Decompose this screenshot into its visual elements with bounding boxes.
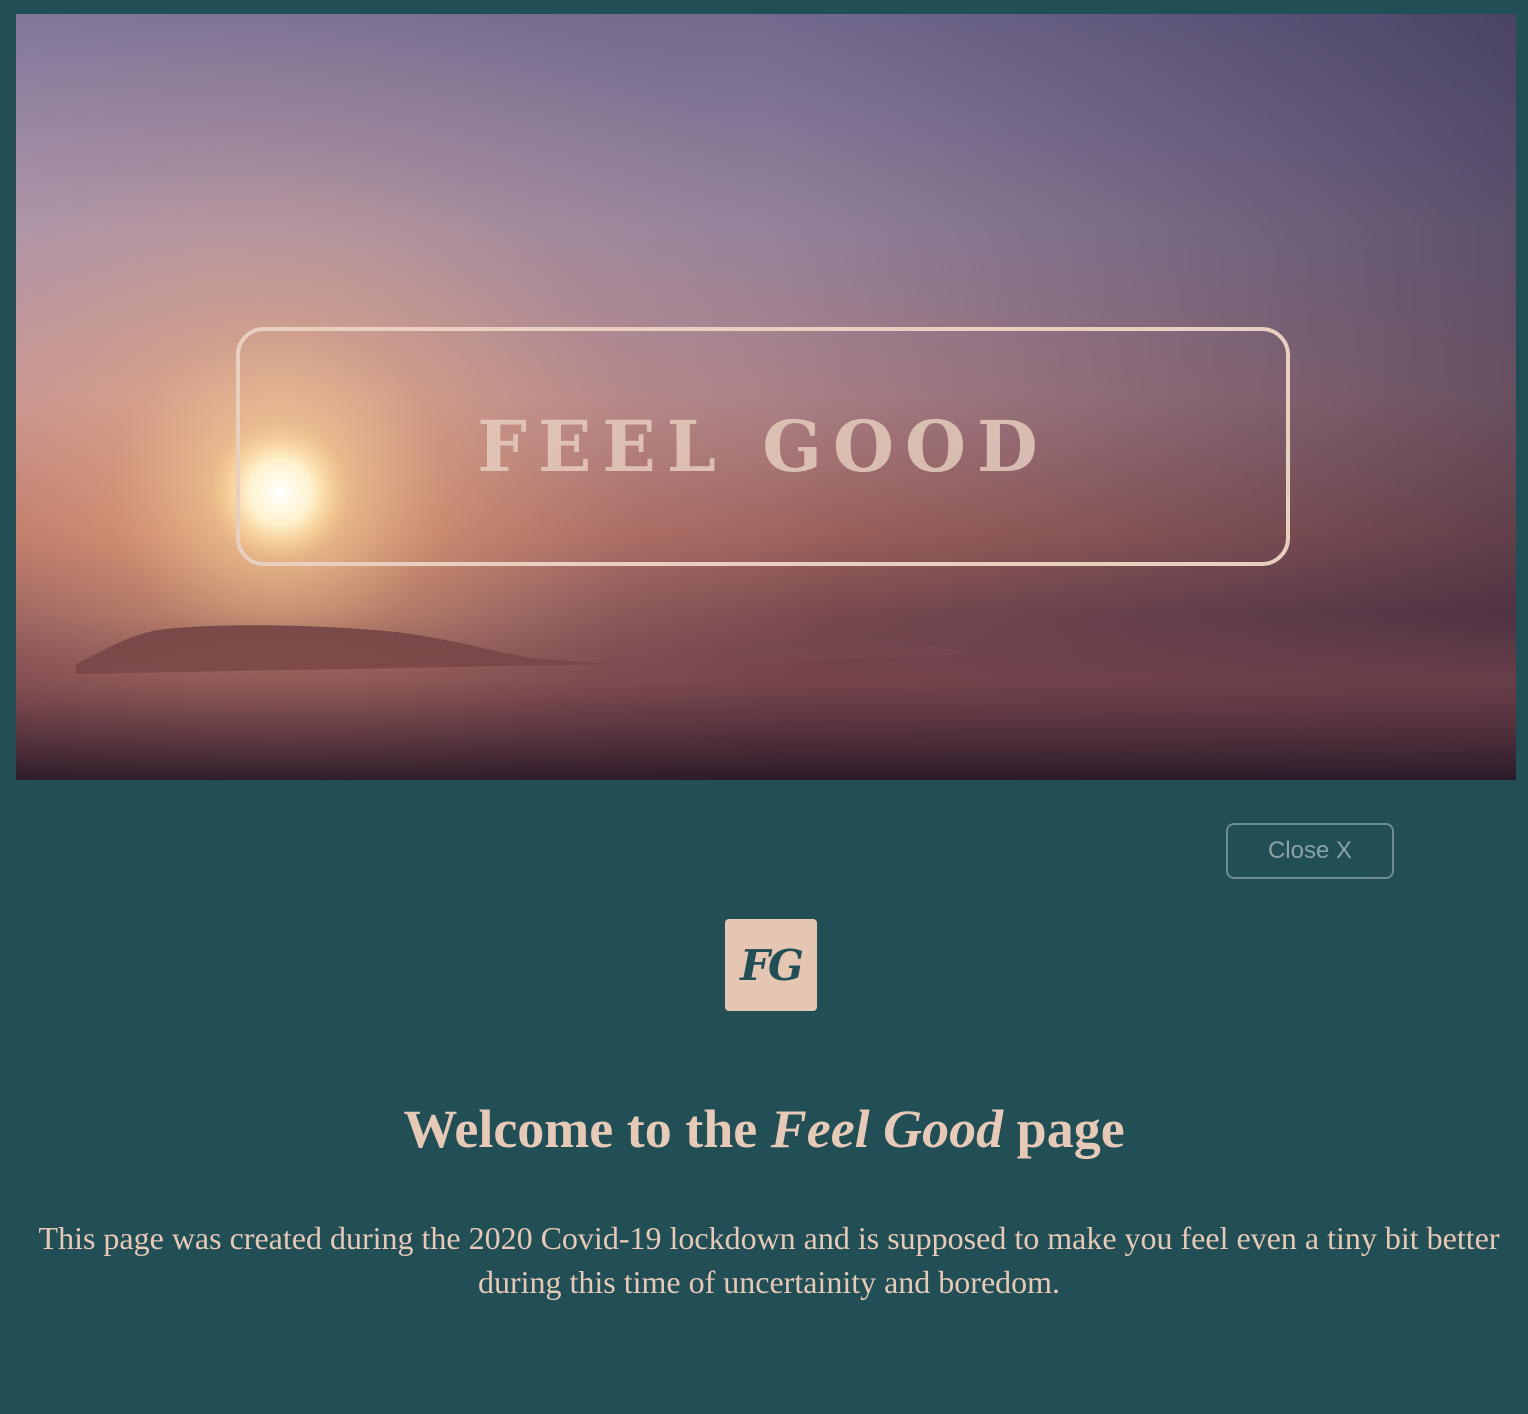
fg-logo: FG	[725, 919, 817, 1011]
welcome-emphasis: Feel Good	[770, 1099, 1004, 1159]
hero-title: FEEL GOOD	[477, 405, 1049, 488]
hero-title-frame: FEEL GOOD	[236, 327, 1290, 566]
close-button-label: Close X	[1267, 837, 1353, 864]
hero-banner: FEEL GOOD	[16, 14, 1516, 780]
close-button[interactable]: Close X	[1226, 823, 1394, 879]
logo-text: FG	[740, 940, 804, 990]
intro-paragraph: This page was created during the 2020 Co…	[38, 1220, 1500, 1300]
feel-good-page: FEEL GOOD Close X FG Welcome to the Feel…	[0, 0, 1528, 1414]
welcome-prefix: Welcome to the	[403, 1099, 771, 1159]
welcome-suffix: page	[1003, 1099, 1125, 1159]
welcome-heading: Welcome to the Feel Good page	[0, 1098, 1528, 1160]
